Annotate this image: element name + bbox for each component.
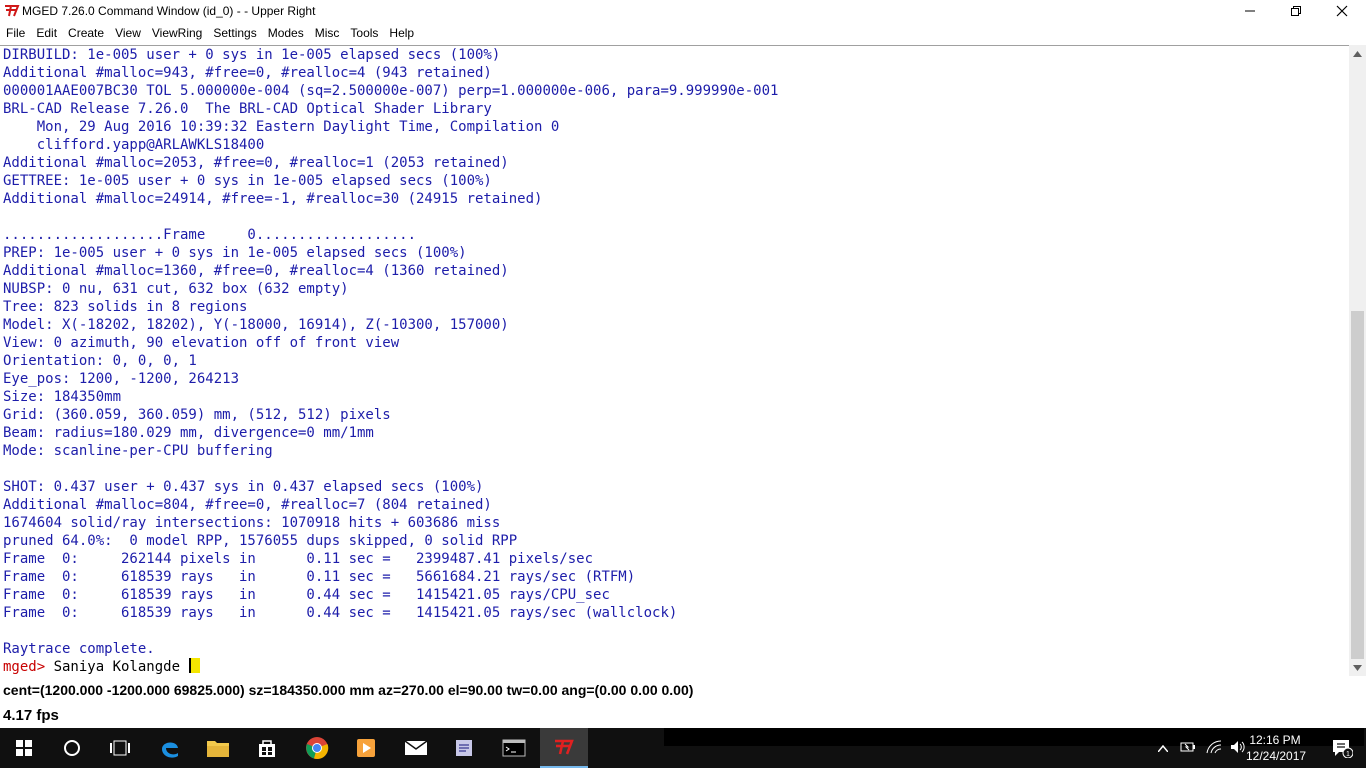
mail-icon[interactable] — [392, 728, 440, 768]
menu-misc[interactable]: Misc — [309, 26, 345, 40]
console-line: Model: X(-18202, 18202), Y(-18000, 16914… — [3, 317, 509, 333]
battery-icon[interactable] — [1180, 741, 1196, 756]
brlcad-logo-icon — [4, 4, 20, 18]
chrome-icon[interactable] — [293, 728, 341, 768]
mged-prompt: mged> — [3, 659, 54, 675]
menu-edit[interactable]: Edit — [30, 26, 62, 40]
menu-view[interactable]: View — [109, 26, 146, 40]
clock-date: 12/24/2017 — [1246, 749, 1307, 763]
console-line: Frame 0: 618539 rays in 0.11 sec = 56616… — [3, 569, 636, 585]
notification-count: 1 — [1346, 751, 1350, 758]
taskbar-clock[interactable]: 12:16 PM 12/24/2017 — [1246, 732, 1307, 764]
window-title: MGED 7.26.0 Command Window (id_0) - - Up… — [22, 4, 316, 18]
console-line: Frame 0: 262144 pixels in 0.11 sec = 239… — [3, 551, 594, 567]
minimize-icon[interactable] — [1227, 0, 1273, 22]
console-line: Tree: 823 solids in 8 regions — [3, 299, 248, 315]
restore-icon[interactable] — [1273, 0, 1319, 22]
console-line: Size: 184350mm — [3, 389, 122, 405]
view-status-bar: cent=(1200.000 -1200.000 69825.000) sz=1… — [0, 678, 1366, 702]
console-line: Eye_pos: 1200, -1200, 264213 — [3, 371, 240, 387]
console-line: Additional #malloc=2053, #free=0, #reall… — [3, 155, 509, 171]
menu-modes[interactable]: Modes — [262, 26, 309, 40]
console-line: clifford.yapp@ARLAWKLS18400 — [3, 137, 265, 153]
console-line: pruned 64.0%: 0 model RPP, 1576055 dups … — [3, 533, 518, 549]
command-console[interactable]: DIRBUILD: 1e-005 user + 0 sys in 1e-005 … — [0, 45, 1349, 677]
windows-taskbar: 12:16 PM 12/24/2017 1 — [0, 728, 1366, 768]
system-tray — [1157, 728, 1246, 768]
scroll-down-arrow-icon[interactable] — [1349, 659, 1366, 676]
scroll-up-arrow-icon[interactable] — [1349, 45, 1366, 62]
console-line: Mode: scanline-per-CPU buffering — [3, 443, 273, 459]
edge-browser-icon[interactable] — [146, 728, 194, 768]
scrollbar-thumb[interactable] — [1351, 311, 1364, 659]
console-line: Additional #malloc=1360, #free=0, #reall… — [3, 263, 509, 279]
command-prompt-line[interactable]: mged> Saniya Kolangde — [3, 658, 778, 676]
speaker-icon[interactable] — [1230, 740, 1246, 757]
console-line: DIRBUILD: 1e-005 user + 0 sys in 1e-005 … — [3, 47, 501, 63]
console-line: Orientation: 0, 0, 0, 1 — [3, 353, 197, 369]
terminal-icon[interactable] — [490, 728, 538, 768]
console-line: 1674604 solid/ray intersections: 1070918… — [3, 515, 501, 531]
console-line: Frame 0: 618539 rays in 0.44 sec = 14154… — [3, 587, 610, 603]
store-icon[interactable] — [243, 728, 291, 768]
clock-time: 12:16 PM — [1249, 733, 1301, 747]
console-line: Additional #malloc=943, #free=0, #reallo… — [3, 65, 492, 81]
console-line: Additional #malloc=24914, #free=-1, #rea… — [3, 191, 543, 207]
menu-file[interactable]: File — [0, 26, 30, 40]
title-bar[interactable]: MGED 7.26.0 Command Window (id_0) - - Up… — [0, 0, 1366, 22]
console-line: SHOT: 0.437 user + 0.437 sys in 0.437 el… — [3, 479, 484, 495]
search-circle-icon[interactable] — [48, 728, 96, 768]
console-line: Additional #malloc=804, #free=0, #reallo… — [3, 497, 492, 513]
console-line: PREP: 1e-005 user + 0 sys in 1e-005 elap… — [3, 245, 467, 261]
console-line: ...................Frame 0..............… — [3, 227, 417, 243]
menu-help[interactable]: Help — [383, 26, 419, 40]
console-line: 000001AAE007BC30 TOL 5.000000e-004 (sq=2… — [3, 83, 779, 99]
task-view-icon[interactable] — [96, 728, 144, 768]
fps-status: 4.17 fps — [0, 703, 1366, 728]
console-line: Raytrace complete. — [3, 641, 155, 657]
brlcad-taskbar-icon[interactable] — [540, 728, 588, 768]
console-line: Mon, 29 Aug 2016 10:39:32 Eastern Daylig… — [3, 119, 560, 135]
media-player-icon[interactable] — [342, 728, 390, 768]
console-line: GETTREE: 1e-005 user + 0 sys in 1e-005 e… — [3, 173, 492, 189]
start-windows-icon[interactable] — [0, 728, 48, 768]
mged-command-window: MGED 7.26.0 Command Window (id_0) - - Up… — [0, 0, 1366, 728]
console-line: Frame 0: 618539 rays in 0.44 sec = 14154… — [3, 605, 678, 621]
close-icon[interactable] — [1319, 0, 1365, 22]
menu-create[interactable]: Create — [62, 26, 109, 40]
document-app-icon[interactable] — [440, 728, 488, 768]
console-line: NUBSP: 0 nu, 631 cut, 632 box (632 empty… — [3, 281, 349, 297]
file-explorer-icon[interactable] — [194, 728, 242, 768]
console-line: Beam: radius=180.029 mm, divergence=0 mm… — [3, 425, 374, 441]
command-input[interactable]: Saniya Kolangde — [54, 659, 189, 675]
wifi-icon[interactable] — [1206, 739, 1222, 757]
console-line: View: 0 azimuth, 90 elevation off of fro… — [3, 335, 400, 351]
action-center-icon[interactable]: 1 — [1318, 728, 1366, 768]
text-cursor — [189, 658, 201, 673]
console-line: BRL-CAD Release 7.26.0 The BRL-CAD Optic… — [3, 101, 492, 117]
chevron-up-icon[interactable] — [1157, 741, 1169, 755]
console-line: Grid: (360.059, 360.059) mm, (512, 512) … — [3, 407, 391, 423]
console-scrollbar[interactable] — [1349, 45, 1366, 676]
menu-viewring[interactable]: ViewRing — [146, 26, 207, 40]
menu-bar: File Edit Create View ViewRing Settings … — [0, 23, 1366, 43]
menu-tools[interactable]: Tools — [344, 26, 383, 40]
console-output: DIRBUILD: 1e-005 user + 0 sys in 1e-005 … — [3, 46, 778, 676]
menu-settings[interactable]: Settings — [207, 26, 261, 40]
